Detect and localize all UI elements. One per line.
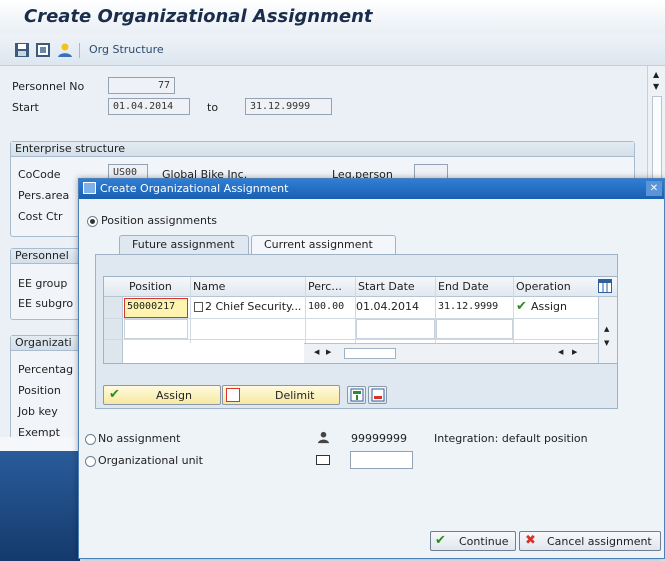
position-label: Position [18,384,61,397]
col-operation[interactable]: Operation [513,278,598,296]
percentage-cell: 100.00 [308,301,345,312]
dialog-title: Create Organizational Assignment [100,182,289,195]
operation-cell: Assign [531,300,567,313]
position-cell[interactable]: 50000217 [124,298,188,318]
table-vertical-scrollbar[interactable]: ▲ ▼ [598,297,617,363]
cocode-label: CoCode [18,168,61,181]
dialog-title-bar: Create Organizational Assignment ✕ [79,179,664,199]
hscroll2-right-icon[interactable]: ▶ [572,348,577,356]
background-dark-band [0,448,80,561]
delete-row-icon [371,388,385,402]
enterprise-structure-title: Enterprise structure [11,142,634,157]
tab-future-label: Future assignment [132,238,235,251]
hscroll2-left-icon[interactable]: ◀ [558,348,563,356]
pers-area-label: Pers.area [18,189,70,202]
background-white-band [0,437,80,451]
assign-button[interactable]: ✔ Assign [103,385,221,405]
hscroll-right-icon[interactable]: ▶ [326,348,331,356]
percentage-label: Percentag [18,363,74,376]
position-assignments-label: Position assignments [101,214,218,227]
delimit-button-label: Delimit [275,389,315,402]
ee-subgroup-label: EE subgro [18,297,74,310]
col-position[interactable]: Position [126,278,190,296]
tab-current-assignment[interactable]: Current assignment [251,235,396,254]
toolbar-separator [79,43,80,58]
start-date-field[interactable]: 01.04.2014 [108,98,190,115]
table-scroll-down-icon[interactable]: ▼ [604,339,609,347]
personnel-no-field[interactable]: 77 [108,77,175,94]
checkmark-icon: ✔ [516,299,527,314]
hscroll-left-icon[interactable]: ◀ [314,348,319,356]
insert-row-button[interactable] [347,386,366,404]
assign-check-icon: ✔ [109,387,120,402]
tab-current-label: Current assignment [264,238,373,251]
assign-button-label: Assign [156,389,192,402]
col-end-date[interactable]: End Date [435,278,513,296]
dialog-icon [83,182,96,194]
window-title: Create Organizational Assignment [24,6,373,27]
end-date-cell: 31.12.9999 [438,301,499,312]
delimit-icon [226,388,240,402]
default-position-number: 99999999 [351,432,407,445]
continue-check-icon: ✔ [435,533,446,548]
personnel-no-label: Personnel No [12,80,85,93]
no-assignment-label: No assignment [98,432,181,445]
assignment-dialog: Create Organizational Assignment ✕ Posit… [78,178,665,559]
insert-row-icon [350,388,364,402]
org-unit-label: Organizational unit [98,454,203,467]
row-selector-column [104,297,123,363]
tab-future-assignment[interactable]: Future assignment [119,235,249,254]
assignment-table: Position Name Perc... Start Date End Dat… [103,276,618,364]
org-unit-icon [316,455,330,465]
name-cell: 2 Chief Security... [205,300,302,313]
cancel-assignment-label: Cancel assignment [547,535,652,548]
continue-button-label: Continue [459,535,509,548]
col-start-date[interactable]: Start Date [355,278,435,296]
cancel-x-icon: ✖ [525,533,536,548]
org-unit-input[interactable] [350,451,413,469]
copy-icon[interactable] [35,42,51,58]
org-structure-button[interactable]: Org Structure [89,43,164,56]
position-input-empty[interactable] [124,319,188,339]
continue-button[interactable]: ✔ Continue [430,531,516,551]
person-icon [317,431,330,444]
cost-ctr-label: Cost Ctr [18,210,63,223]
end-date-input-empty[interactable] [436,319,513,339]
start-label: Start [12,101,39,114]
cancel-assignment-button[interactable]: ✖ Cancel assignment [519,531,661,551]
end-date-field[interactable]: 31.12.9999 [245,98,332,115]
scroll-down-icon[interactable]: ▼ [653,82,659,91]
save-icon[interactable] [14,42,30,58]
dialog-close-button[interactable]: ✕ [646,181,662,196]
scroll-up-icon[interactable]: ▲ [653,70,659,79]
integration-text: Integration: default position [434,432,588,445]
position-value: 50000217 [127,301,176,312]
position-assignments-radio[interactable] [87,216,98,227]
delete-row-button[interactable] [368,386,387,404]
start-date-input-empty[interactable] [356,319,435,339]
application-toolbar: Org Structure [0,34,665,66]
table-horizontal-scrollbar[interactable]: ◀ ▶ ◀ ▶ [304,343,598,363]
start-date-cell: 01.04.2014 [356,300,419,313]
hscroll-thumb[interactable] [344,348,396,359]
table-scroll-up-icon[interactable]: ▲ [604,325,609,333]
row-divider [104,339,598,340]
to-label: to [207,101,219,114]
delimit-button[interactable]: Delimit [222,385,340,405]
no-assignment-radio[interactable] [85,434,96,445]
ee-group-label: EE group [18,277,68,290]
window-title-bar: Create Organizational Assignment [0,0,665,34]
col-percentage[interactable]: Perc... [305,278,355,296]
person-icon[interactable] [57,42,73,58]
org-unit-radio[interactable] [85,456,96,467]
column-settings-icon[interactable] [598,279,612,293]
col-name[interactable]: Name [190,278,305,296]
job-key-label: Job key [18,405,58,418]
